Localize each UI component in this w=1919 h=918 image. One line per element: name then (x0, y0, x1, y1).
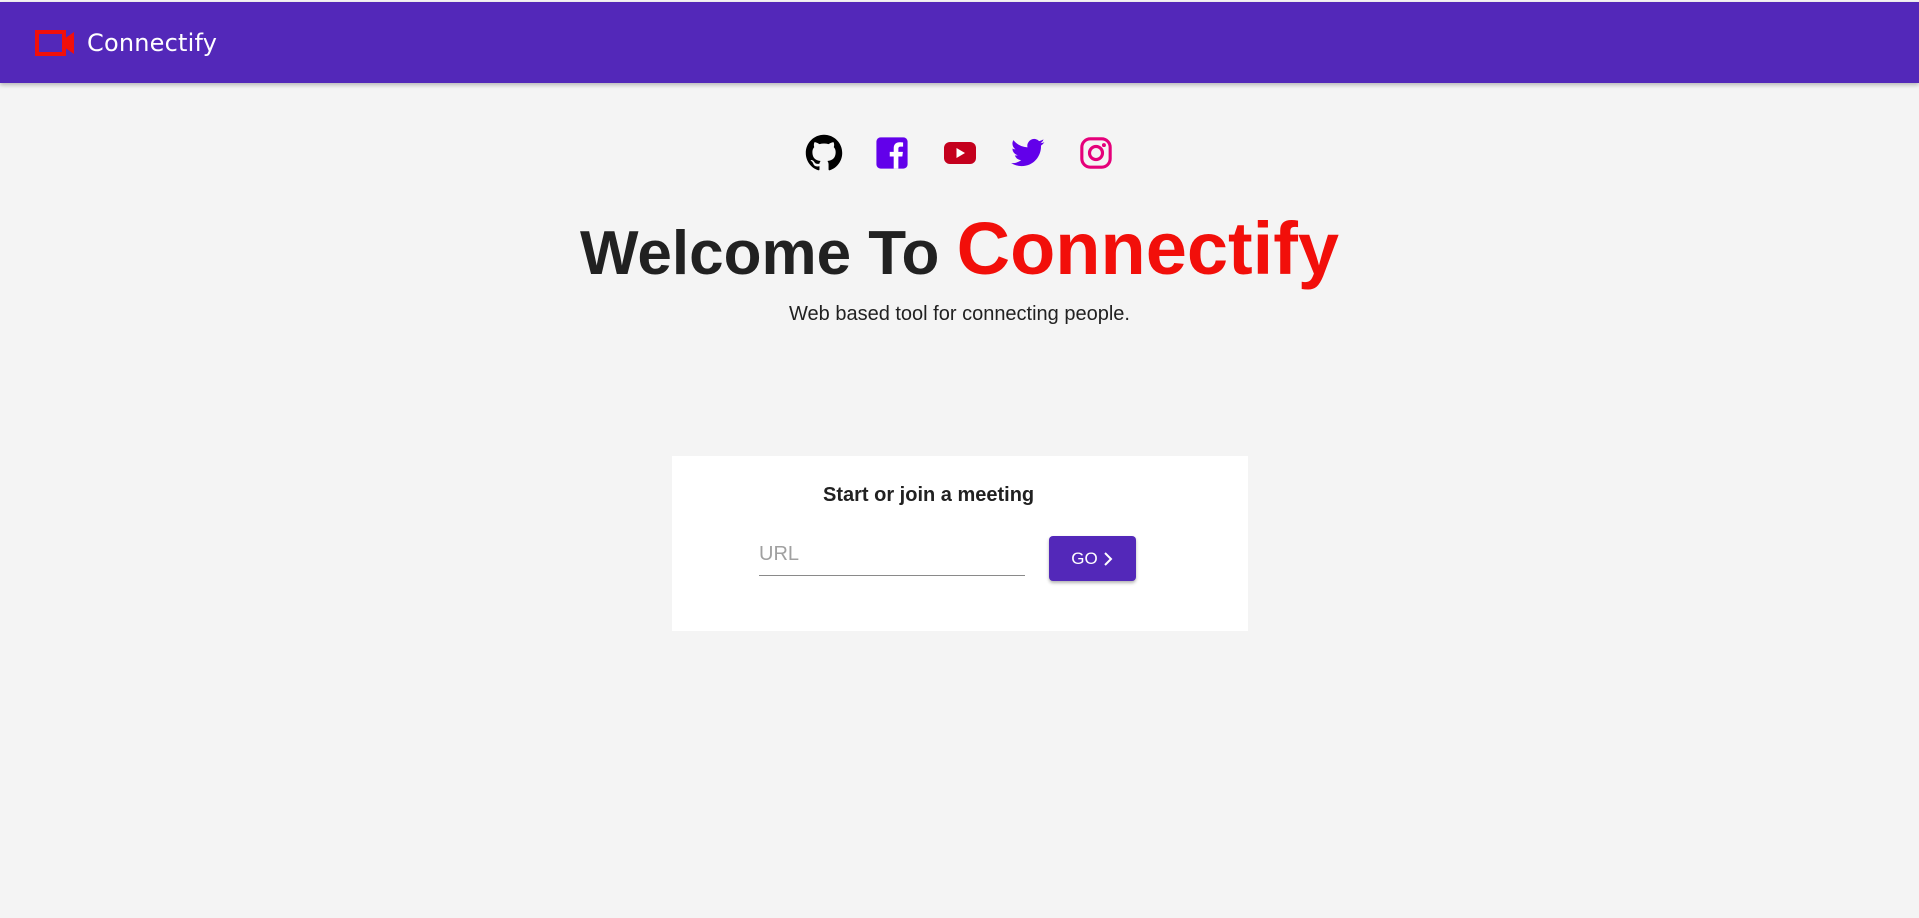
instagram-icon (1079, 137, 1112, 169)
welcome-brand: Connectify (956, 207, 1340, 290)
chevron-right-icon (1104, 551, 1113, 566)
facebook-link[interactable] (873, 134, 911, 172)
go-button[interactable]: GO (1049, 536, 1136, 581)
youtube-link[interactable] (941, 134, 979, 172)
welcome-prefix: Welcome To (579, 219, 940, 288)
youtube-icon (943, 142, 976, 164)
github-link[interactable] (805, 134, 843, 172)
tagline: Web based tool for connecting people. (789, 303, 1130, 325)
meeting-card: Start or join a meeting GO (672, 456, 1248, 631)
go-button-label: GO (1071, 548, 1098, 568)
social-links (0, 134, 1919, 172)
url-input[interactable] (759, 534, 1025, 576)
facebook-icon (875, 137, 908, 169)
meeting-card-title: Start or join a meeting (823, 484, 1035, 506)
welcome-heading: Welcome To Connectify (0, 208, 1919, 295)
twitter-link[interactable] (1009, 134, 1047, 172)
instagram-link[interactable] (1077, 134, 1115, 172)
brand-link[interactable]: Connectify (35, 29, 217, 57)
github-icon (805, 134, 842, 171)
twitter-icon (1010, 138, 1044, 167)
video-camera-icon (35, 29, 74, 56)
top-app-bar: Connectify (0, 2, 1919, 83)
brand-name: Connectify (87, 28, 218, 57)
